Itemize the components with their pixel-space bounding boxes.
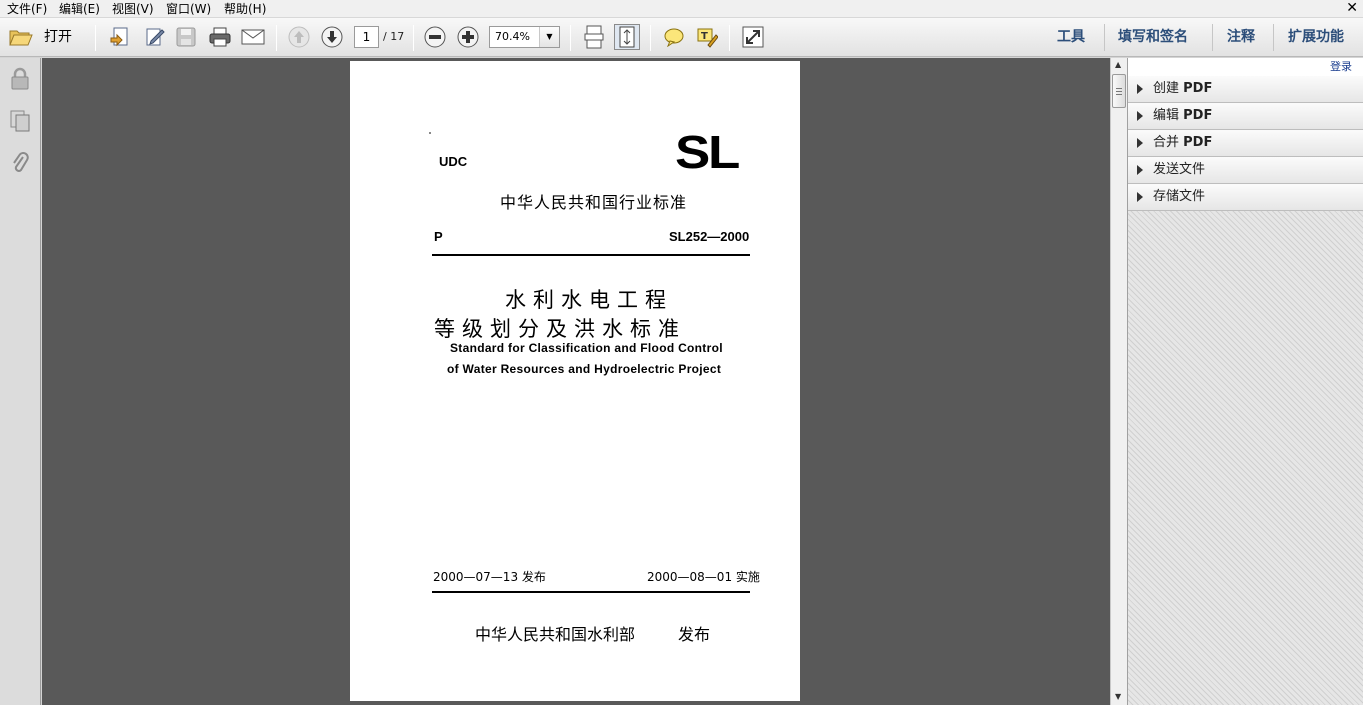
zoom-select[interactable]: 70.4% ▼ bbox=[489, 26, 560, 48]
email-icon[interactable] bbox=[240, 24, 266, 50]
menu-window[interactable]: 窗口(W) bbox=[166, 1, 211, 17]
issuer-action: 发布 bbox=[678, 625, 711, 644]
scroll-down-icon[interactable]: ▼ bbox=[1115, 692, 1121, 701]
section-label: 编辑 PDF bbox=[1153, 108, 1212, 124]
issuer: 中华人民共和国水利部 bbox=[475, 625, 636, 644]
create-pdf-icon[interactable] bbox=[107, 24, 133, 50]
highlight-text-icon[interactable]: T bbox=[694, 24, 720, 50]
chevron-down-icon[interactable]: ▼ bbox=[539, 27, 559, 47]
page-number-input[interactable]: 1 bbox=[354, 26, 379, 48]
tab-fill-sign[interactable]: 填写和签名 bbox=[1118, 28, 1188, 46]
pdf-page: UDC SL 中华人民共和国行业标准 P SL252—2000 水利水电工程 等… bbox=[350, 61, 800, 701]
previous-page-icon[interactable] bbox=[286, 24, 312, 50]
section-label: 发送文件 bbox=[1153, 162, 1205, 178]
section-send-files[interactable]: 发送文件 bbox=[1128, 157, 1363, 184]
section-label-suffix: PDF bbox=[1183, 108, 1213, 123]
grip-line bbox=[1116, 88, 1122, 89]
tab-extended[interactable]: 扩展功能 bbox=[1288, 28, 1344, 46]
zoom-out-icon[interactable] bbox=[422, 24, 448, 50]
zoom-in-icon[interactable] bbox=[455, 24, 481, 50]
toolbar-divider bbox=[276, 25, 277, 51]
udc-label: UDC bbox=[439, 154, 468, 169]
navigation-panel bbox=[0, 58, 41, 705]
triangle-right-icon bbox=[1137, 165, 1143, 175]
grip-line bbox=[1116, 91, 1122, 92]
grip-line bbox=[1116, 94, 1122, 95]
toolbar-divider bbox=[95, 25, 96, 51]
section-label-suffix: PDF bbox=[1183, 81, 1213, 96]
page-total: / 17 bbox=[383, 30, 405, 43]
triangle-right-icon bbox=[1137, 111, 1143, 121]
document-view[interactable]: UDC SL 中华人民共和国行业标准 P SL252—2000 水利水电工程 等… bbox=[42, 58, 1110, 705]
section-label-text: 合并 bbox=[1153, 135, 1184, 150]
menu-edit[interactable]: 编辑(E) bbox=[59, 1, 100, 17]
paperclip-icon[interactable] bbox=[8, 150, 32, 176]
login-bar: 登录 bbox=[1128, 58, 1363, 76]
login-link[interactable]: 登录 bbox=[1330, 60, 1352, 74]
open-button[interactable]: 打开 bbox=[44, 29, 72, 45]
section-label: 存储文件 bbox=[1153, 189, 1205, 205]
section-edit-pdf[interactable]: 编辑 PDF bbox=[1128, 103, 1363, 130]
menu-view[interactable]: 视图(V) bbox=[112, 1, 154, 17]
triangle-right-icon bbox=[1137, 84, 1143, 94]
fit-page-icon[interactable] bbox=[614, 24, 640, 50]
title-cn-line-2: 等级划分及洪水标准 bbox=[434, 317, 686, 341]
title-cn-line-1: 水利水电工程 bbox=[505, 288, 673, 312]
document-category: 中华人民共和国行业标准 bbox=[500, 193, 688, 212]
close-icon[interactable]: ✕ bbox=[1346, 0, 1358, 17]
triangle-right-icon bbox=[1137, 192, 1143, 202]
standard-number: SL252—2000 bbox=[669, 229, 750, 244]
section-combine-pdf[interactable]: 合并 PDF bbox=[1128, 130, 1363, 157]
toolbar-divider bbox=[650, 25, 651, 51]
pages-icon[interactable] bbox=[8, 108, 32, 134]
menu-file[interactable]: 文件(F) bbox=[7, 1, 47, 17]
open-folder-icon[interactable] bbox=[8, 24, 34, 50]
lock-icon[interactable] bbox=[8, 66, 32, 92]
next-page-icon[interactable] bbox=[319, 24, 345, 50]
tab-comment[interactable]: 注释 bbox=[1227, 28, 1255, 46]
comment-icon[interactable] bbox=[661, 24, 687, 50]
scan-mark bbox=[429, 132, 431, 134]
title-en-line-1: Standard for Classification and Flood Co… bbox=[450, 341, 723, 355]
toolbar: 打开 1 / 17 70.4% ▼ T 工具 填写和签名 注释 扩展功能 bbox=[0, 18, 1363, 57]
scroll-thumb[interactable] bbox=[1112, 74, 1126, 108]
zoom-value: 70.4% bbox=[495, 30, 530, 43]
expand-icon[interactable] bbox=[740, 24, 766, 50]
sl-logo: SL bbox=[675, 126, 740, 178]
section-store-files[interactable]: 存储文件 bbox=[1128, 184, 1363, 211]
tab-divider bbox=[1212, 24, 1213, 51]
toolbar-divider bbox=[570, 25, 571, 51]
header-rule bbox=[432, 254, 750, 256]
tab-divider bbox=[1273, 24, 1274, 51]
title-en-line-2: of Water Resources and Hydroelectric Pro… bbox=[447, 362, 722, 376]
edit-document-icon[interactable] bbox=[142, 24, 168, 50]
issue-date: 2000—07—13 发布 bbox=[433, 570, 546, 584]
section-create-pdf[interactable]: 创建 PDF bbox=[1128, 76, 1363, 103]
effective-date: 2000—08—01 实施 bbox=[647, 570, 760, 584]
section-label-text: 编辑 bbox=[1153, 108, 1184, 123]
section-label-text: 创建 bbox=[1153, 81, 1184, 96]
save-icon[interactable] bbox=[173, 24, 199, 50]
toolbar-divider bbox=[413, 25, 414, 51]
tab-tools[interactable]: 工具 bbox=[1057, 28, 1085, 46]
menu-bar: 文件(F) 编辑(E) 视图(V) 窗口(W) 帮助(H) ✕ bbox=[0, 0, 1363, 18]
scroll-mode-icon[interactable] bbox=[581, 24, 607, 50]
tools-panel: 登录 创建 PDF 编辑 PDF 合并 PDF 发送文件 存储文件 bbox=[1127, 58, 1363, 705]
section-label: 创建 PDF bbox=[1153, 81, 1212, 97]
p-code: P bbox=[434, 229, 443, 244]
section-label: 合并 PDF bbox=[1153, 135, 1212, 151]
menu-help[interactable]: 帮助(H) bbox=[224, 1, 266, 17]
scroll-up-icon[interactable]: ▲ bbox=[1115, 60, 1121, 69]
section-label-suffix: PDF bbox=[1183, 135, 1213, 150]
vertical-scrollbar[interactable]: ▲ ▼ bbox=[1110, 58, 1127, 705]
toolbar-divider bbox=[729, 25, 730, 51]
section-label-text: 存储文件 bbox=[1153, 189, 1206, 204]
svg-text:T: T bbox=[701, 31, 708, 42]
tab-divider bbox=[1104, 24, 1105, 51]
footer-rule bbox=[432, 591, 750, 593]
section-label-text: 发送文件 bbox=[1153, 162, 1206, 177]
triangle-right-icon bbox=[1137, 138, 1143, 148]
print-icon[interactable] bbox=[207, 24, 233, 50]
